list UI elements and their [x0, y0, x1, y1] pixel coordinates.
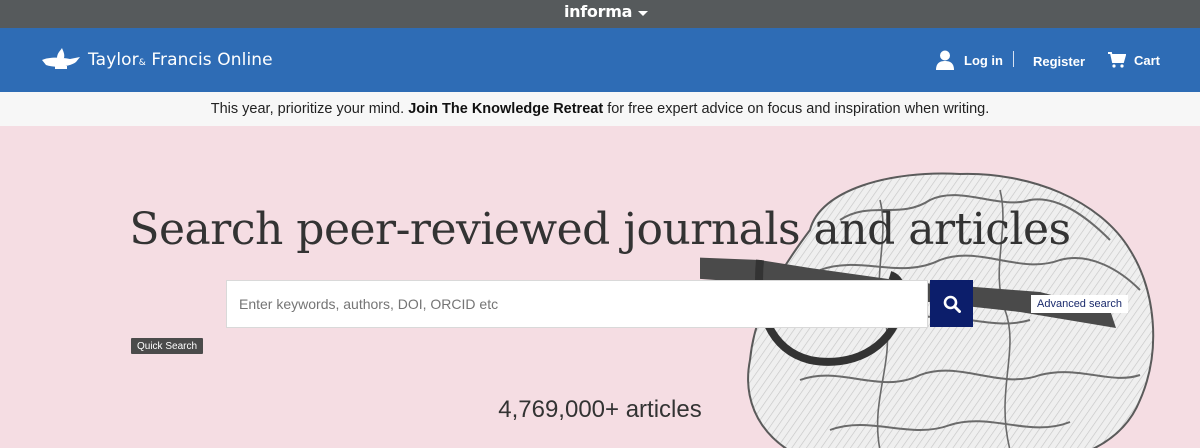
login-link[interactable]: Log in	[936, 50, 1003, 70]
advanced-search-link[interactable]: Advanced search	[1031, 295, 1128, 313]
login-label: Log in	[964, 52, 1003, 68]
nav-divider	[1013, 51, 1014, 67]
informa-label: informa	[564, 1, 633, 21]
informa-menu-button[interactable]: informa	[564, 0, 649, 22]
article-count: 4,769,000+ articles	[498, 396, 702, 423]
announcement-after: for free expert advice on focus and insp…	[603, 101, 990, 117]
lamp-logo-icon	[42, 48, 80, 69]
site-header: Taylor& Francis Online Log in Register C…	[0, 28, 1200, 92]
quick-search-tooltip: Quick Search	[131, 338, 204, 354]
search-input[interactable]	[226, 280, 928, 328]
announcement-text: This year, prioritize your mind. Join Th…	[211, 101, 990, 117]
brand-name: Taylor& Francis Online	[88, 50, 273, 70]
search-button[interactable]	[930, 280, 973, 327]
hero-section: Search peer-reviewed journals and articl…	[0, 126, 1200, 448]
user-icon	[936, 50, 954, 70]
brand-secondary: Francis Online	[151, 50, 273, 70]
brand-ampersand: &	[138, 58, 146, 68]
hero-title: Search peer-reviewed journals and articl…	[129, 204, 1071, 255]
knowledge-retreat-link[interactable]: Join The Knowledge Retreat	[408, 101, 603, 117]
cart-link[interactable]: Cart	[1108, 52, 1160, 68]
search-icon	[943, 295, 961, 313]
caret-down-icon	[638, 11, 649, 16]
site-logo[interactable]: Taylor& Francis Online	[40, 47, 273, 73]
register-link[interactable]: Register	[1033, 54, 1085, 69]
announcement-before: This year, prioritize your mind.	[210, 101, 409, 117]
announcement-bar: This year, prioritize your mind. Join Th…	[0, 92, 1200, 126]
cart-label: Cart	[1134, 52, 1161, 68]
brand-primary: Taylor	[88, 50, 139, 70]
informa-bar: informa	[0, 0, 1200, 28]
cart-icon	[1108, 52, 1126, 68]
